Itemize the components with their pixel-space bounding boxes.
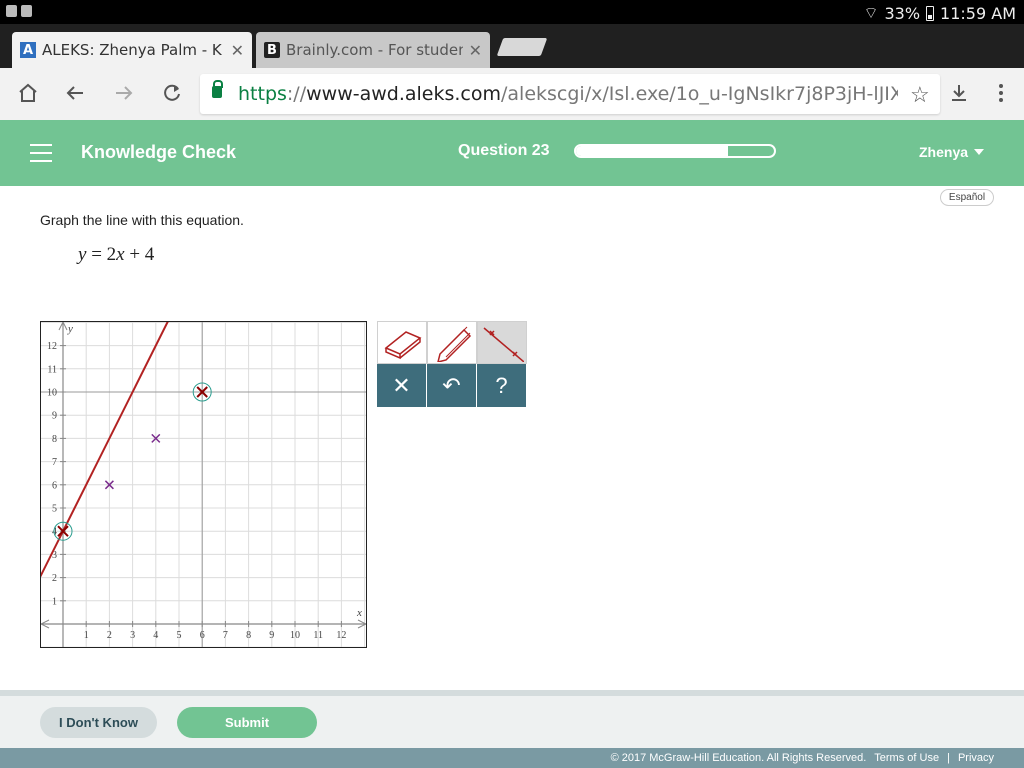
forward-arrow-icon[interactable] bbox=[111, 80, 137, 106]
y-tick-label: 6 bbox=[52, 480, 57, 491]
tab-title: ALEKS: Zhenya Palm - K bbox=[42, 41, 222, 59]
eraser-tool-button[interactable] bbox=[377, 321, 427, 364]
x-tick-label: 11 bbox=[313, 630, 323, 641]
submit-button[interactable]: Submit bbox=[177, 707, 317, 738]
graphed-line[interactable] bbox=[41, 322, 365, 578]
copyright-text: © 2017 McGraw-Hill Education. All Rights… bbox=[610, 752, 867, 764]
privacy-link[interactable]: Privacy bbox=[958, 752, 994, 764]
app-header: Knowledge Check Question 23 Zhenya bbox=[0, 120, 1024, 186]
tab-title: Brainly.com - For studen bbox=[286, 41, 463, 59]
home-icon[interactable] bbox=[15, 80, 41, 106]
graphing-area[interactable]: 1 2 3 4 5 6 7 8 9 10 11 12 1 2 3 4 5 6 7 8 9 10 11 12 x y bbox=[40, 321, 367, 648]
tab-brainly[interactable]: B Brainly.com - For studen ✕ bbox=[256, 32, 490, 68]
x-tick-label: 7 bbox=[223, 630, 228, 641]
clear-button[interactable]: ✕ bbox=[377, 364, 427, 407]
help-button[interactable]: ? bbox=[477, 364, 527, 407]
close-tab-icon[interactable]: ✕ bbox=[231, 41, 244, 60]
problem-prompt: Graph the line with this equation. bbox=[40, 212, 244, 228]
y-tick-label: 5 bbox=[52, 504, 57, 515]
new-tab-button[interactable] bbox=[496, 38, 548, 56]
y-tick-label: 11 bbox=[47, 364, 57, 375]
user-menu[interactable]: Zhenya bbox=[919, 144, 985, 160]
y-tick-label: 7 bbox=[52, 457, 57, 468]
y-tick-label: 12 bbox=[47, 341, 57, 352]
browser-tab-strip: A ALEKS: Zhenya Palm - K ✕ B Brainly.com… bbox=[0, 24, 1024, 68]
y-tick-label: 2 bbox=[52, 573, 57, 584]
progress-fill bbox=[576, 146, 729, 156]
pencil-icon bbox=[437, 326, 472, 362]
x-tick-label: 4 bbox=[153, 630, 158, 641]
line-tool-button[interactable] bbox=[477, 321, 527, 364]
footer-divider: | bbox=[947, 752, 950, 764]
bookmark-star-icon[interactable]: ☆ bbox=[910, 82, 930, 108]
aleks-favicon-icon: A bbox=[20, 42, 36, 58]
x-tick-label: 3 bbox=[130, 630, 135, 641]
user-name: Zhenya bbox=[919, 144, 969, 160]
y-tick-label: 10 bbox=[47, 388, 57, 399]
dont-know-button[interactable]: I Don't Know bbox=[40, 707, 157, 738]
answer-bar: I Don't Know Submit bbox=[0, 690, 1024, 748]
x-tick-label: 9 bbox=[269, 630, 274, 641]
address-bar[interactable]: https://www-awd.aleks.com/alekscgi/x/Isl… bbox=[200, 74, 940, 114]
brainly-favicon-icon: B bbox=[264, 42, 280, 58]
line-tool-icon bbox=[483, 326, 524, 362]
close-tab-icon[interactable]: ✕ bbox=[469, 41, 482, 60]
browser-toolbar: https://www-awd.aleks.com/alekscgi/x/Isl… bbox=[0, 68, 1024, 120]
media-notification-icon bbox=[21, 5, 32, 17]
clock: 11:59 AM bbox=[940, 3, 1016, 23]
hamburger-menu-icon[interactable] bbox=[30, 144, 52, 162]
undo-button[interactable]: ↶ bbox=[427, 364, 477, 407]
system-status-bar: ⌔ 33% 11:59 AM bbox=[0, 0, 1024, 24]
y-tick-label: 1 bbox=[52, 596, 57, 607]
status-indicators: ⌔ 33% 11:59 AM bbox=[863, 3, 1016, 23]
equation: y = 2x + 4 bbox=[78, 244, 155, 265]
battery-icon bbox=[926, 5, 935, 21]
x-tick-label: 6 bbox=[200, 630, 205, 641]
terms-link[interactable]: Terms of Use bbox=[874, 752, 939, 764]
pencil-tool-button[interactable] bbox=[427, 321, 477, 364]
url-text[interactable]: https://www-awd.aleks.com/alekscgi/x/Isl… bbox=[238, 83, 898, 105]
tab-aleks[interactable]: A ALEKS: Zhenya Palm - K ✕ bbox=[12, 32, 252, 68]
eraser-icon bbox=[384, 330, 422, 359]
y-axis-label: y bbox=[67, 323, 73, 335]
x-tick-label: 10 bbox=[290, 630, 300, 641]
y-tick-label: 8 bbox=[52, 434, 57, 445]
y-tick-label: 9 bbox=[52, 411, 57, 422]
back-arrow-icon[interactable] bbox=[62, 80, 88, 106]
caret-down-icon bbox=[974, 149, 985, 155]
x-axis-label: x bbox=[356, 607, 362, 619]
question-number: Question 23 bbox=[458, 142, 550, 159]
wifi-icon: ⌔ bbox=[863, 3, 879, 22]
x-tick-label: 1 bbox=[84, 630, 89, 641]
x-tick-label: 8 bbox=[246, 630, 251, 641]
notification-icons bbox=[6, 5, 32, 17]
x-tick-label: 12 bbox=[336, 630, 346, 641]
progress-bar bbox=[574, 144, 776, 158]
copyright-bar: © 2017 McGraw-Hill Education. All Rights… bbox=[0, 748, 1024, 768]
app-notification-icon bbox=[6, 5, 17, 17]
x-tick-label: 5 bbox=[177, 630, 182, 641]
battery-percent: 33% bbox=[884, 3, 921, 23]
download-icon[interactable] bbox=[946, 80, 972, 106]
x-tick-label: 2 bbox=[107, 630, 112, 641]
more-menu-icon[interactable] bbox=[988, 80, 1014, 106]
reload-icon[interactable] bbox=[159, 80, 185, 106]
page-title: Knowledge Check bbox=[81, 142, 237, 162]
lock-icon bbox=[212, 80, 223, 98]
graph-tool-palette: ✕ ↶ ? bbox=[377, 321, 527, 407]
coordinate-plane[interactable]: 1 2 3 4 5 6 7 8 9 10 11 12123456789101112xy bbox=[41, 322, 366, 647]
language-button[interactable]: Español bbox=[940, 189, 994, 206]
